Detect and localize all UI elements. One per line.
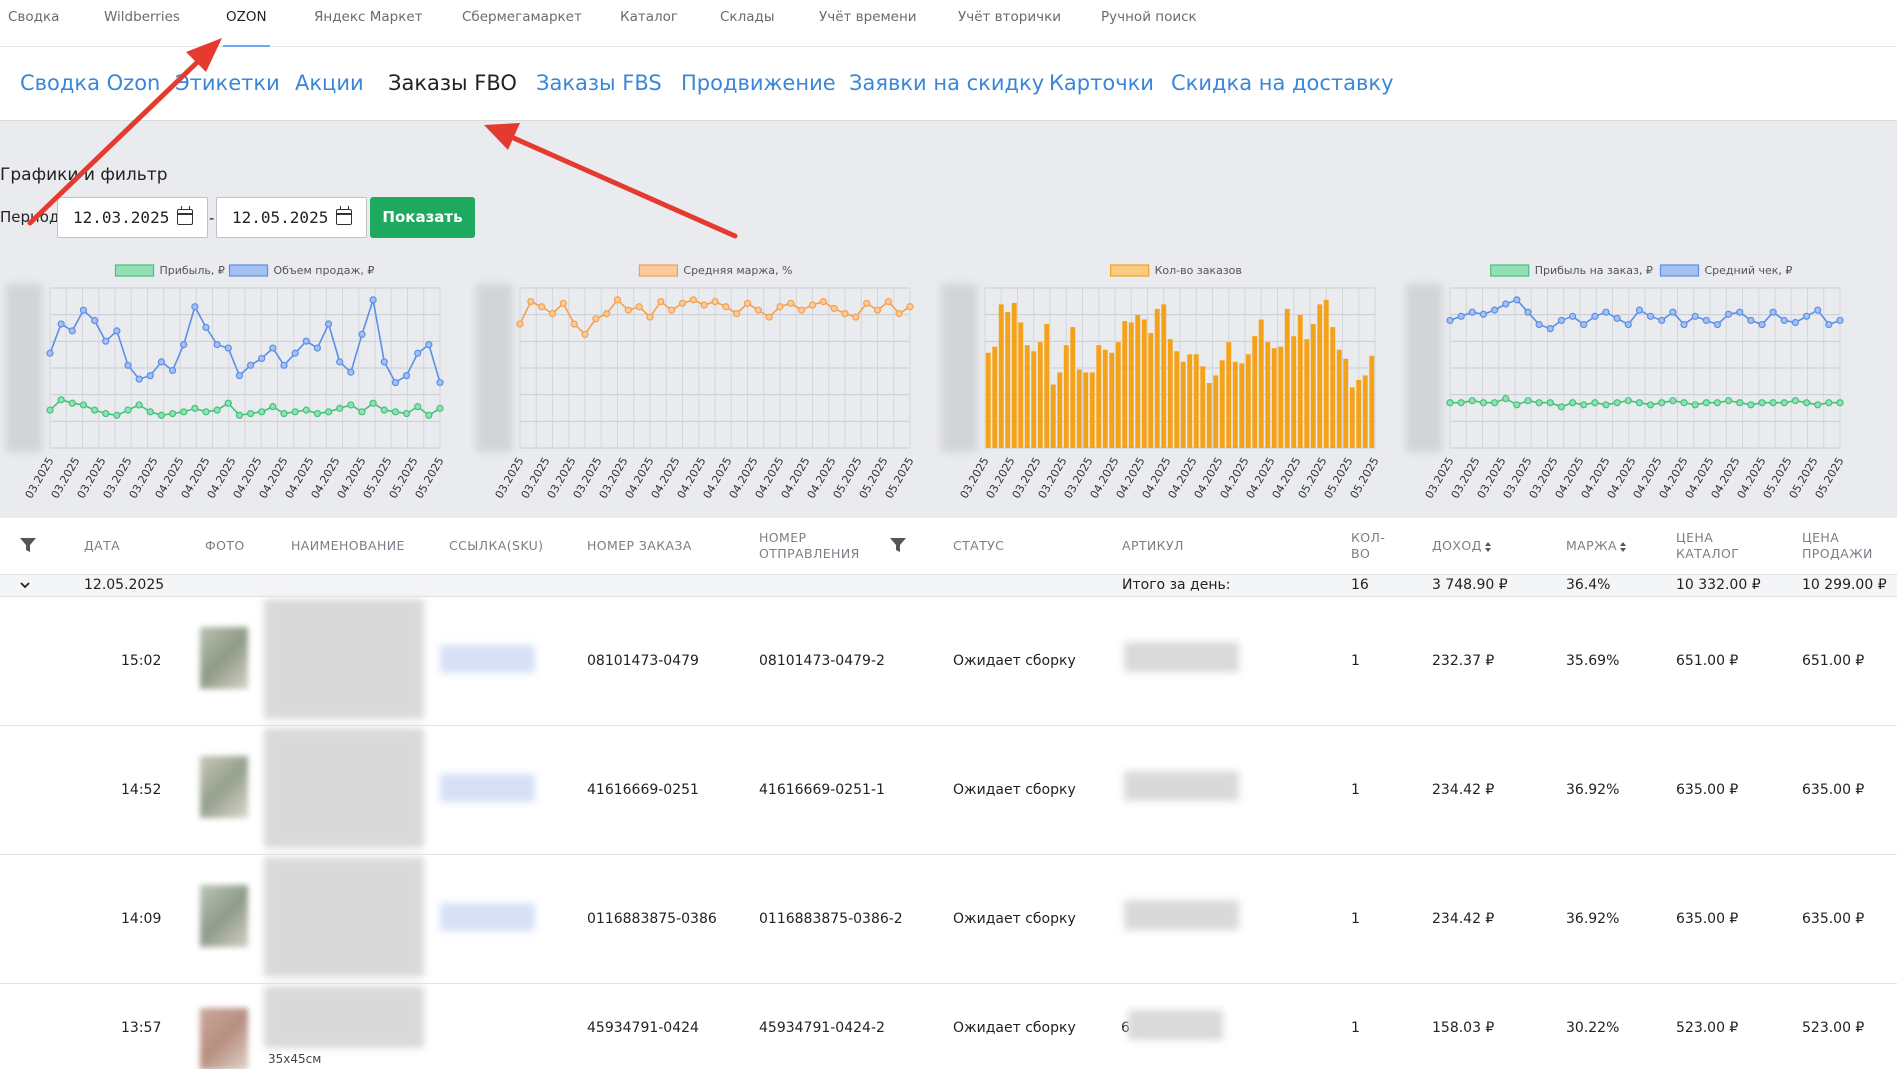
annotation-arrows	[27, 38, 738, 239]
annotation-arrow	[484, 123, 738, 239]
annotation-arrow	[27, 38, 222, 226]
